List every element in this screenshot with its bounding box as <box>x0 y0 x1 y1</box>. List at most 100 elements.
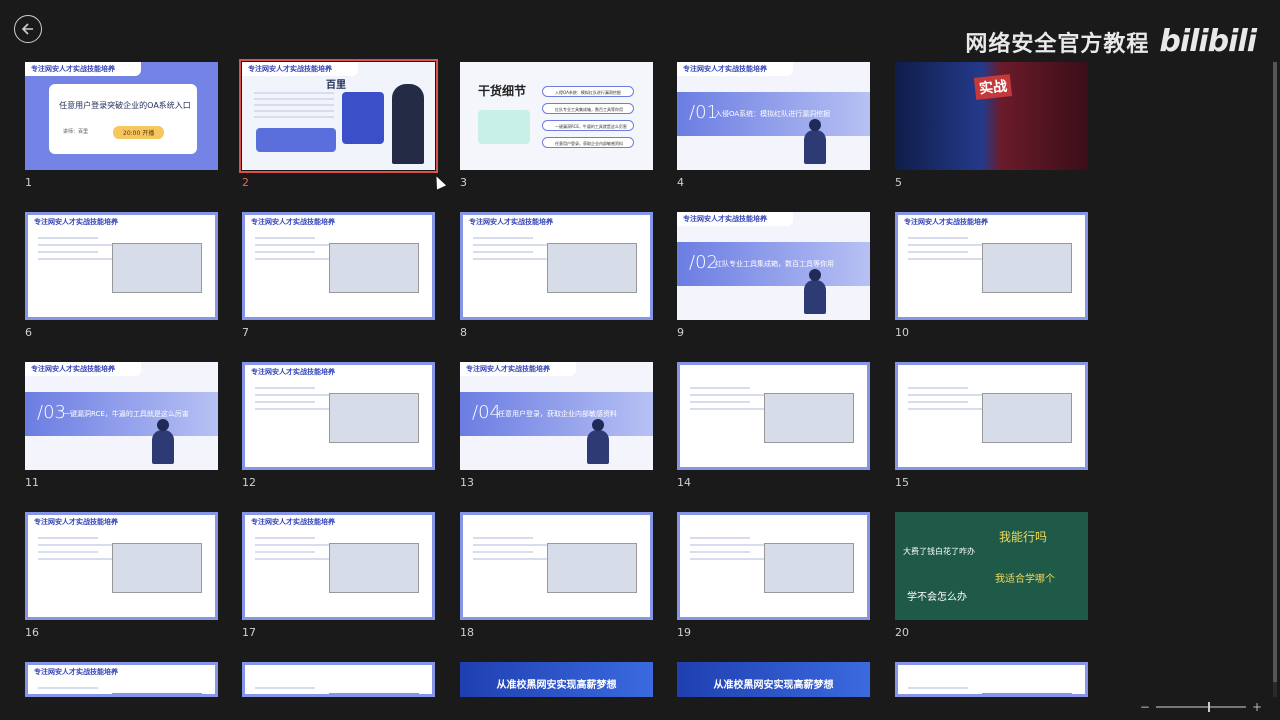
slide-thumbnail[interactable]: 实战 <box>895 62 1088 170</box>
slide-number: 9 <box>677 326 684 339</box>
slide-thumbnail[interactable]: 专注网安人才实战技能培养/03 一键漏洞RCE，牛逼的工具就是这么厉害 <box>25 362 218 470</box>
text-line <box>254 116 334 118</box>
text-line <box>255 551 315 553</box>
section-band: /04 任意用户登录，获取企业内部敏感资料 <box>460 392 653 436</box>
slide-number: 6 <box>25 326 32 339</box>
slide-thumbnail[interactable]: 干货细节 入侵OA系统：模拟红队进行漏洞挖掘 红队专业工具集成箱，数百工具等你用 一键… <box>460 62 653 170</box>
text-line <box>38 251 98 253</box>
text-line <box>690 387 750 389</box>
slide-thumbnail[interactable]: 从准校黑网安实现高薪梦想 <box>460 662 653 697</box>
speaker-name: 百里 <box>326 80 346 91</box>
bilibili-logo: bilibili <box>1159 24 1257 59</box>
slide-thumbnail[interactable]: 专注网安人才实战技能培养 <box>460 212 653 320</box>
slide-thumbnail[interactable]: 专注网安人才实战技能培养 <box>242 512 435 620</box>
speaker-photo <box>392 84 424 164</box>
slide-thumbnail[interactable]: 专注网安人才实战技能培养 <box>25 212 218 320</box>
screenshot-image <box>112 543 202 593</box>
text-line <box>254 104 334 106</box>
screenshot-image <box>112 693 202 694</box>
zoom-slider-knob[interactable] <box>1207 702 1210 712</box>
illustration-person <box>587 419 609 464</box>
agenda-item: 任意用户登录，获取企业内部敏感资料 <box>542 137 634 148</box>
slide-thumbnail[interactable]: 我能行吗 大费了钱白花了咋办 我适合学哪个 学不会怎么办 <box>895 512 1088 620</box>
board-text: 学不会怎么办 <box>907 592 967 603</box>
badge-text: 实战 <box>973 74 1013 100</box>
slide-thumbnail[interactable] <box>895 662 1088 697</box>
slide-thumbnail[interactable]: 专注网安人才实战技能培养/01 入侵OA系统：模拟红队进行漏洞挖掘 <box>677 62 870 170</box>
slide-number: 10 <box>895 326 909 339</box>
section-band: /01 入侵OA系统：模拟红队进行漏洞挖掘 <box>677 92 870 136</box>
screenshot-image <box>764 543 854 593</box>
text-line <box>255 237 315 239</box>
text-line <box>255 694 345 696</box>
time-badge: 20:00 开播 <box>113 126 165 139</box>
section-number: /02 <box>689 252 718 273</box>
text-line <box>690 551 750 553</box>
slide-header: 专注网安人才实战技能培养 <box>28 215 144 229</box>
screenshot-image <box>112 243 202 293</box>
slide-thumbnail[interactable]: 专注网安人才实战技能培养/02 红队专业工具集成箱，数百工具等你用 <box>677 212 870 320</box>
screenshot-image <box>547 543 637 593</box>
agenda-item: 入侵OA系统：模拟红队进行漏洞挖掘 <box>542 86 634 97</box>
slide-title: 任意用户登录突破企业的OA系统入口 <box>59 101 191 110</box>
text-line <box>908 401 968 403</box>
illustration-person <box>152 419 174 464</box>
slide-number: 14 <box>677 476 691 489</box>
profile-box <box>342 92 384 144</box>
slide-thumbnail[interactable]: 从准校黑网安实现高薪梦想 <box>677 662 870 697</box>
text-line <box>690 537 750 539</box>
text-line <box>908 687 968 689</box>
back-button[interactable] <box>14 15 42 43</box>
slide-thumbnail[interactable]: 专注网安人才实战技能培养 任意用户登录突破企业的OA系统入口 讲师：百里 20:00 … <box>25 62 218 170</box>
text-line <box>908 237 968 239</box>
slide-number: 16 <box>25 626 39 639</box>
text-line <box>254 110 334 112</box>
slide-header: 专注网安人才实战技能培养 <box>463 215 579 229</box>
text-line <box>255 401 315 403</box>
illustration-person <box>804 269 826 314</box>
slide-number: 19 <box>677 626 691 639</box>
slide-thumbnail[interactable] <box>460 512 653 620</box>
slide-thumbnail[interactable] <box>895 362 1088 470</box>
slide-thumbnail[interactable]: 专注网安人才实战技能培养 百里 <box>239 59 438 173</box>
mouse-cursor <box>431 174 447 190</box>
slide-header: 专注网安人才实战技能培养 <box>460 362 576 376</box>
section-title: 红队专业工具集成箱，数百工具等你用 <box>715 260 834 268</box>
slide-thumbnail[interactable] <box>242 662 435 697</box>
zoom-slider[interactable] <box>1155 702 1246 712</box>
section-title: 任意用户登录，获取企业内部敏感资料 <box>498 410 617 418</box>
slide-thumbnail[interactable]: 专注网安人才实战技能培养 <box>242 362 435 470</box>
slide-thumbnail[interactable] <box>677 512 870 620</box>
zoom-out-button[interactable]: − <box>1140 700 1150 714</box>
slide-header: 专注网安人才实战技能培养 <box>28 665 144 679</box>
slide-number: 12 <box>242 476 256 489</box>
slide-thumbnail[interactable] <box>677 362 870 470</box>
zoom-in-button[interactable]: + <box>1252 700 1262 714</box>
scrollbar-thumb[interactable] <box>1273 62 1277 682</box>
slide-header: 专注网安人才实战技能培养 <box>898 215 1014 229</box>
slide-header: 专注网安人才实战技能培养 <box>677 212 793 226</box>
speaker-label: 讲师：百里 <box>63 129 89 135</box>
screenshot-image <box>982 243 1072 293</box>
board-text: 我能行吗 <box>999 530 1048 544</box>
text-line <box>690 401 750 403</box>
watermark: 网络安全官方教程 bilibili <box>965 24 1257 59</box>
slide-number: 15 <box>895 476 909 489</box>
slide-number: 4 <box>677 176 684 189</box>
slide-thumbnail[interactable]: 专注网安人才实战技能培养 <box>25 512 218 620</box>
section-band: /02 红队专业工具集成箱，数百工具等你用 <box>677 242 870 286</box>
slide-number: 18 <box>460 626 474 639</box>
screenshot-image <box>329 693 419 694</box>
text-line <box>255 387 315 389</box>
text-line <box>38 694 128 696</box>
slide-thumbnail[interactable]: 专注网安人才实战技能培养 <box>242 212 435 320</box>
slide-thumbnail[interactable]: 专注网安人才实战技能培养 <box>895 212 1088 320</box>
watermark-text: 网络安全官方教程 <box>965 31 1150 57</box>
slide-thumbnail[interactable]: 专注网安人才实战技能培养 <box>25 662 218 697</box>
vertical-scrollbar[interactable] <box>1273 62 1277 697</box>
slide-thumbnail[interactable]: 专注网安人才实战技能培养/04 任意用户登录，获取企业内部敏感资料 <box>460 362 653 470</box>
text-line <box>255 537 315 539</box>
slide-header: 专注网安人才实战技能培养 <box>677 62 793 76</box>
text-line <box>38 687 98 689</box>
section-number: /04 <box>472 402 501 423</box>
